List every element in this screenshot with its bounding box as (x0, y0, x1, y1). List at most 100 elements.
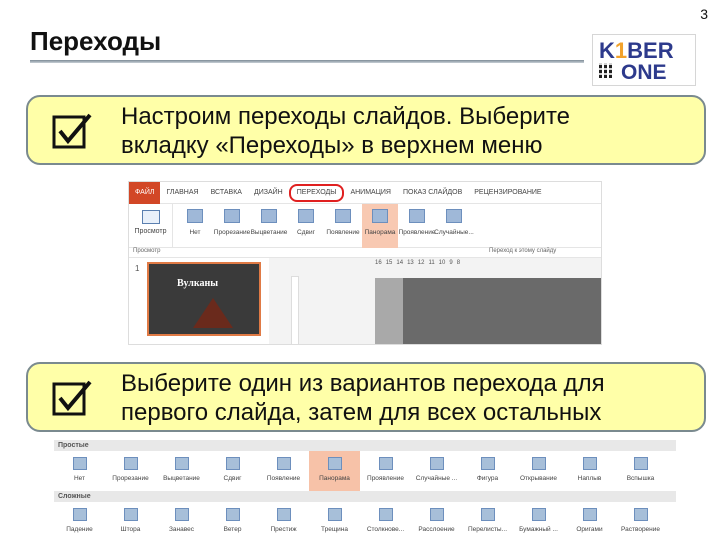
tab-insert[interactable]: ВСТАВКА (205, 182, 248, 204)
gallery-item[interactable]: Открывание (513, 451, 564, 491)
gallery-item[interactable]: Нет (54, 451, 105, 491)
gallery-item[interactable]: Расслоение (411, 502, 462, 540)
transition-icon (582, 457, 597, 470)
transition-icon (72, 457, 87, 470)
tab-design[interactable]: ДИЗАЙН (248, 182, 289, 204)
transition-icon (429, 508, 444, 521)
gallery-item[interactable]: Растворение (615, 502, 666, 540)
gallery-item[interactable]: Наплыв (564, 451, 615, 491)
gallery-item-selected[interactable]: Панорама (309, 451, 360, 491)
transition-random[interactable]: Случайные... (434, 204, 474, 248)
gallery-item[interactable]: Трещина (309, 502, 360, 540)
gallery-item[interactable]: Занавес (156, 502, 207, 540)
gallery-item[interactable]: Падение (54, 502, 105, 540)
editor-workspace: 1 Вулканы 16 15 14 13 12 11 10 9 8 (129, 258, 601, 344)
transition-icon (446, 209, 462, 223)
gallery-complex-row: Падение Штора Занавес Ветер Престиж Трещ… (54, 502, 676, 540)
tab-home[interactable]: ГЛАВНАЯ (160, 182, 204, 204)
gallery-item[interactable]: Проявление (360, 451, 411, 491)
gallery-item[interactable]: Бумажный ... (513, 502, 564, 540)
gallery-item[interactable]: Случайные ... (411, 451, 462, 491)
tab-slideshow[interactable]: ПОКАЗ СЛАЙДОВ (397, 182, 468, 204)
transition-icon (582, 508, 597, 521)
transition-wipe[interactable]: Появление (325, 204, 361, 248)
ribbon-body: Просмотр Нет Прорезание Выцветание Сдвиг… (129, 204, 601, 248)
transition-icon (123, 457, 138, 470)
horizontal-ruler: 16 15 14 13 12 11 10 9 8 (375, 260, 461, 266)
instruction-note-1: Настроим переходы слайдов. Выберите вкла… (26, 95, 706, 165)
transition-icon (335, 209, 351, 223)
gallery-item[interactable]: Столкнове... (360, 502, 411, 540)
transition-icon (276, 457, 291, 470)
gallery-item[interactable]: Выцветание (156, 451, 207, 491)
qr-icon (599, 63, 614, 78)
gallery-simple-header: Простые (54, 440, 676, 451)
page-number: 3 (700, 6, 708, 22)
checkbox-icon (52, 380, 92, 416)
transition-icon (480, 457, 495, 470)
tab-transitions[interactable]: ПЕРЕХОДЫ (288, 183, 345, 202)
transition-icon (187, 209, 203, 223)
transition-icon (327, 457, 342, 470)
ribbon-tabs: ФАЙЛ ГЛАВНАЯ ВСТАВКА ДИЗАЙН ПЕРЕХОДЫ АНИ… (129, 182, 601, 204)
transition-icon (174, 508, 189, 521)
transition-cut[interactable]: Прорезание (214, 204, 250, 248)
transition-icon (327, 508, 342, 521)
ribbon-screenshot: ФАЙЛ ГЛАВНАЯ ВСТАВКА ДИЗАЙН ПЕРЕХОДЫ АНИ… (128, 181, 602, 345)
gallery-item[interactable]: Вспышка (615, 451, 666, 491)
instruction-note-2: Выберите один из вариантов перехода для … (26, 362, 706, 432)
slide-thumbnail-title: Вулканы (177, 278, 219, 289)
transition-gallery-screenshot: Простые Нет Прорезание Выцветание Сдвиг … (54, 440, 676, 540)
gallery-item[interactable]: Перелисты... (462, 502, 513, 540)
group-preview-label: Просмотр (133, 248, 161, 254)
volcano-image (193, 298, 233, 328)
page-title: Переходы (30, 26, 162, 56)
tab-review[interactable]: РЕЦЕНЗИРОВАНИЕ (468, 182, 547, 204)
preview-button[interactable]: Просмотр (129, 204, 173, 248)
transition-icon (298, 209, 314, 223)
gallery-item[interactable]: Появление (258, 451, 309, 491)
group-transition-label: Переход к этому слайду (489, 248, 557, 254)
transition-icon (276, 508, 291, 521)
preview-icon (141, 210, 160, 224)
slide-canvas[interactable] (375, 278, 601, 344)
instruction-text-2: Выберите один из вариантов перехода для … (121, 370, 605, 426)
transition-none[interactable]: Нет (177, 204, 213, 248)
title-divider (30, 60, 584, 63)
transition-icon (123, 508, 138, 521)
slide-thumbnail[interactable]: Вулканы (147, 262, 261, 336)
transition-push[interactable]: Сдвиг (288, 204, 324, 248)
transition-icon (531, 508, 546, 521)
transition-icon (531, 457, 546, 470)
ribbon-group-labels: Просмотр Переход к этому слайду (129, 248, 601, 258)
vertical-ruler (291, 276, 299, 344)
transition-icon (480, 508, 495, 521)
transition-icon (372, 209, 388, 223)
transition-icon (409, 209, 425, 223)
logo-line2: ONE (621, 61, 667, 84)
transition-icon (261, 209, 277, 223)
slide-number: 1 (135, 264, 140, 273)
gallery-item[interactable]: Оригами (564, 502, 615, 540)
transition-icon (378, 508, 393, 521)
gallery-item[interactable]: Фигура (462, 451, 513, 491)
gallery-item[interactable]: Штора (105, 502, 156, 540)
transition-icon (378, 457, 393, 470)
checkbox-icon (52, 113, 92, 149)
transition-fade[interactable]: Выцветание (251, 204, 287, 248)
tab-file[interactable]: ФАЙЛ (129, 182, 161, 204)
transition-gallery: Нет Прорезание Выцветание Сдвиг Появлени… (173, 204, 474, 248)
transition-pan[interactable]: Панорама (362, 204, 398, 248)
transition-icon (225, 508, 240, 521)
gallery-item[interactable]: Сдвиг (207, 451, 258, 491)
slide-canvas-edge (375, 278, 403, 344)
transition-icon (225, 457, 240, 470)
gallery-item[interactable]: Ветер (207, 502, 258, 540)
gallery-item[interactable]: Престиж (258, 502, 309, 540)
gallery-complex-header: Сложные (54, 491, 676, 502)
gallery-item[interactable]: Прорезание (105, 451, 156, 491)
transition-reveal[interactable]: Проявление (399, 204, 435, 248)
preview-label: Просмотр (134, 228, 167, 235)
tab-animation[interactable]: АНИМАЦИЯ (344, 182, 397, 204)
instruction-text-1: Настроим переходы слайдов. Выберите вкла… (121, 103, 571, 159)
